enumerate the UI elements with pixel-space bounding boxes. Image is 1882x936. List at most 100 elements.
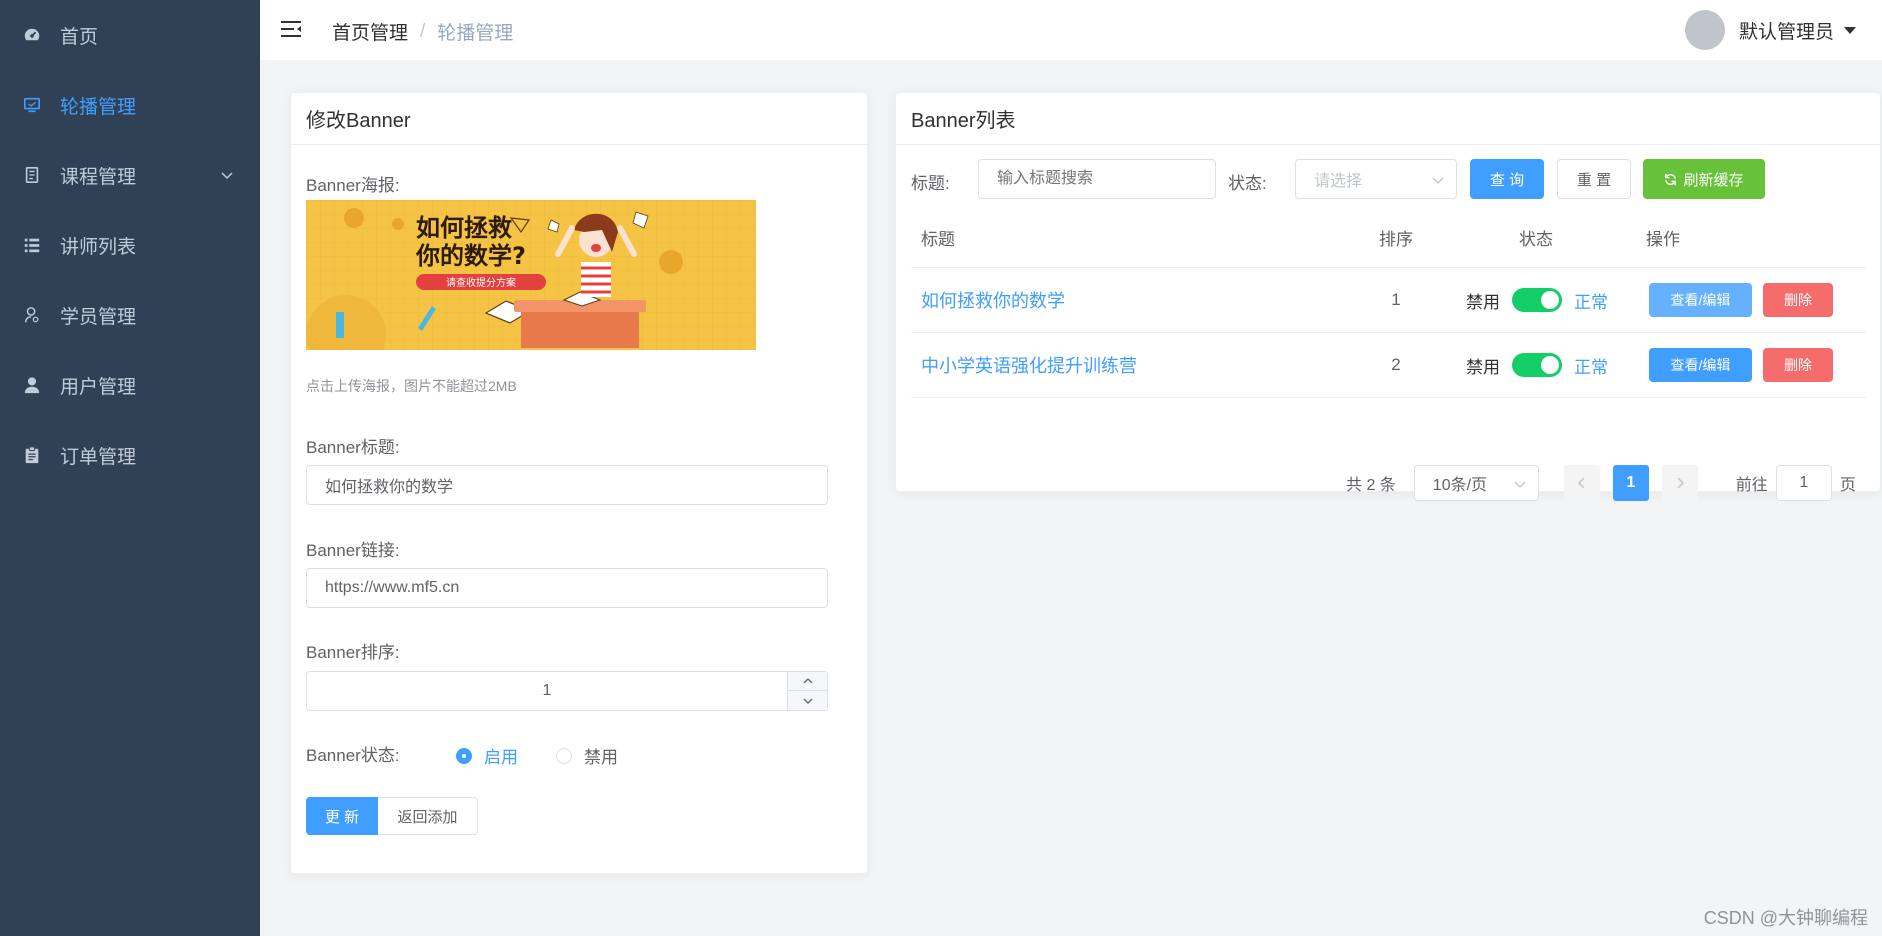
book-icon <box>22 165 42 185</box>
sort-label: Banner排序: <box>306 643 400 662</box>
stepper-buttons <box>787 672 827 710</box>
column-header-actions: 操作 <box>1646 230 1680 249</box>
pagination: 共 2 条 10条/页 1 前往 1 页 <box>1346 465 1856 501</box>
sidebar-item-users[interactable]: 用户管理 <box>0 350 260 420</box>
chevron-down-icon <box>1514 481 1526 488</box>
title-search-input[interactable] <box>978 159 1216 199</box>
banner-sort-stepper: 1 <box>306 671 828 711</box>
banner-poster-image: 如何拯救 你的数学? 请查收提分方案 <box>306 200 756 350</box>
sidebar-item-course[interactable]: 课程管理 <box>0 140 260 210</box>
edit-card-title: 修改Banner <box>291 93 867 145</box>
monitor-icon <box>22 95 42 115</box>
title-label: Banner标题: <box>306 438 400 457</box>
banner-list-card: Banner列表 标题: 状态: 请选择 查 询 重 置 刷新缓存 标题 排序 … <box>895 92 1881 501</box>
top-navbar: 首页管理 / 轮播管理 默认管理员 <box>260 0 1882 60</box>
view-edit-button[interactable]: 查看/编辑 <box>1649 348 1752 382</box>
sidebar-item-label: 学员管理 <box>60 306 137 328</box>
main-content: 修改Banner Banner海报: 如何拯救 你的数学? 请查收提分方案 点击… <box>260 60 1882 936</box>
delete-button[interactable]: 删除 <box>1763 348 1833 382</box>
page-number-current[interactable]: 1 <box>1612 465 1649 501</box>
row-title-link[interactable]: 中小学英语强化提升训练营 <box>921 352 1137 378</box>
breadcrumb: 首页管理 / 轮播管理 <box>332 18 513 45</box>
sidebar-item-teachers[interactable]: 讲师列表 <box>0 210 260 280</box>
query-button[interactable]: 查 询 <box>1470 159 1544 199</box>
caret-down-icon <box>1844 26 1856 34</box>
goto-suffix: 页 <box>1839 477 1856 494</box>
column-header-title: 标题 <box>921 230 955 249</box>
filter-title-label: 标题: <box>911 174 950 193</box>
sidebar-item-label: 轮播管理 <box>60 96 137 118</box>
watermark: CSDN @大钟聊编程 <box>1703 908 1868 928</box>
breadcrumb-current: 轮播管理 <box>437 23 514 44</box>
radio-unchecked-icon <box>556 747 572 764</box>
sidebar: 首页 轮播管理 课程管理 讲师列表 学员管理 用户管理 订单管理 <box>0 0 260 936</box>
refresh-cache-button[interactable]: 刷新缓存 <box>1643 159 1765 199</box>
chevron-up-icon <box>803 678 812 684</box>
banner-table: 标题 排序 状态 操作 如何拯救你的数学 1 禁用 正常 查看/编辑 删除 中小… <box>911 208 1866 398</box>
banner-link-input[interactable]: https://www.mf5.cn <box>306 568 828 608</box>
sidebar-item-label: 讲师列表 <box>60 236 137 258</box>
row-actions: 查看/编辑 删除 <box>1649 268 1833 332</box>
page-size-select[interactable]: 10条/页 <box>1413 465 1539 501</box>
breadcrumb-home[interactable]: 首页管理 <box>332 18 408 45</box>
reset-button[interactable]: 重 置 <box>1557 159 1631 199</box>
page-size-value: 10条/页 <box>1432 477 1488 494</box>
refresh-icon <box>1665 173 1677 185</box>
goto-prefix: 前往 <box>1735 477 1768 494</box>
update-button[interactable]: 更 新 <box>306 797 378 835</box>
prev-page-button[interactable] <box>1563 465 1600 501</box>
sidebar-item-orders[interactable]: 订单管理 <box>0 420 260 490</box>
table-header: 标题 排序 状态 操作 <box>911 208 1866 268</box>
sidebar-item-label: 课程管理 <box>60 166 137 188</box>
chevron-down-icon <box>221 172 233 180</box>
row-sort: 2 <box>1391 355 1401 374</box>
decrease-button[interactable] <box>788 691 827 710</box>
list-icon <box>22 235 42 255</box>
banner-title-input[interactable]: 如何拯救你的数学 <box>306 465 828 505</box>
chevron-down-icon <box>1432 177 1444 184</box>
poster-label: Banner海报: <box>306 176 400 195</box>
refresh-cache-label: 刷新缓存 <box>1683 171 1744 189</box>
sidebar-item-home[interactable]: 首页 <box>0 0 260 70</box>
sidebar-item-label: 订单管理 <box>60 446 137 468</box>
status-enable-radio[interactable]: 启用 <box>456 743 518 768</box>
increase-button[interactable] <box>788 672 827 691</box>
row-actions: 查看/编辑 删除 <box>1649 333 1833 397</box>
status-toggle[interactable] <box>1512 353 1562 377</box>
clipboard-icon <box>22 445 42 465</box>
chevron-right-icon <box>1677 477 1684 489</box>
view-edit-button[interactable]: 查看/编辑 <box>1649 283 1752 317</box>
sidebar-item-students[interactable]: 学员管理 <box>0 280 260 350</box>
dashboard-icon <box>22 25 42 45</box>
switch-on-label: 正常 <box>1574 357 1608 377</box>
switch-off-label: 禁用 <box>1466 357 1500 377</box>
row-sort: 1 <box>1391 290 1401 309</box>
user-dropdown[interactable]: 默认管理员 <box>1684 10 1856 50</box>
table-row: 中小学英语强化提升训练营 2 禁用 正常 查看/编辑 删除 <box>911 333 1866 398</box>
sidebar-item-label: 用户管理 <box>60 376 137 398</box>
table-row: 如何拯救你的数学 1 禁用 正常 查看/编辑 删除 <box>911 268 1866 333</box>
hamburger-icon[interactable] <box>280 18 302 40</box>
list-card-title: Banner列表 <box>896 93 1880 145</box>
banner-poster-upload[interactable]: 如何拯救 你的数学? 请查收提分方案 <box>306 200 756 350</box>
svg-text:你的数学?: 你的数学? <box>415 242 526 270</box>
breadcrumb-separator: / <box>420 20 426 42</box>
switch-off-label: 禁用 <box>1466 292 1500 312</box>
status-label: Banner状态: <box>306 746 400 765</box>
back-to-add-button[interactable]: 返回添加 <box>378 797 478 835</box>
status-disable-radio[interactable]: 禁用 <box>556 743 618 768</box>
chevron-down-icon <box>803 698 812 704</box>
sidebar-item-banner[interactable]: 轮播管理 <box>0 70 260 140</box>
filter-status-label: 状态: <box>1228 174 1267 193</box>
status-toggle[interactable] <box>1512 288 1562 312</box>
sort-value-input[interactable]: 1 <box>307 672 787 710</box>
row-title-link[interactable]: 如何拯救你的数学 <box>921 287 1065 313</box>
status-select-placeholder: 请选择 <box>1314 173 1363 190</box>
delete-button[interactable]: 删除 <box>1763 283 1833 317</box>
next-page-button[interactable] <box>1661 465 1698 501</box>
status-select[interactable]: 请选择 <box>1295 159 1457 199</box>
column-header-status: 状态 <box>1519 230 1553 249</box>
column-header-sort: 排序 <box>1379 230 1413 249</box>
sidebar-item-label: 首页 <box>60 26 99 48</box>
goto-page-input[interactable]: 1 <box>1775 465 1832 501</box>
